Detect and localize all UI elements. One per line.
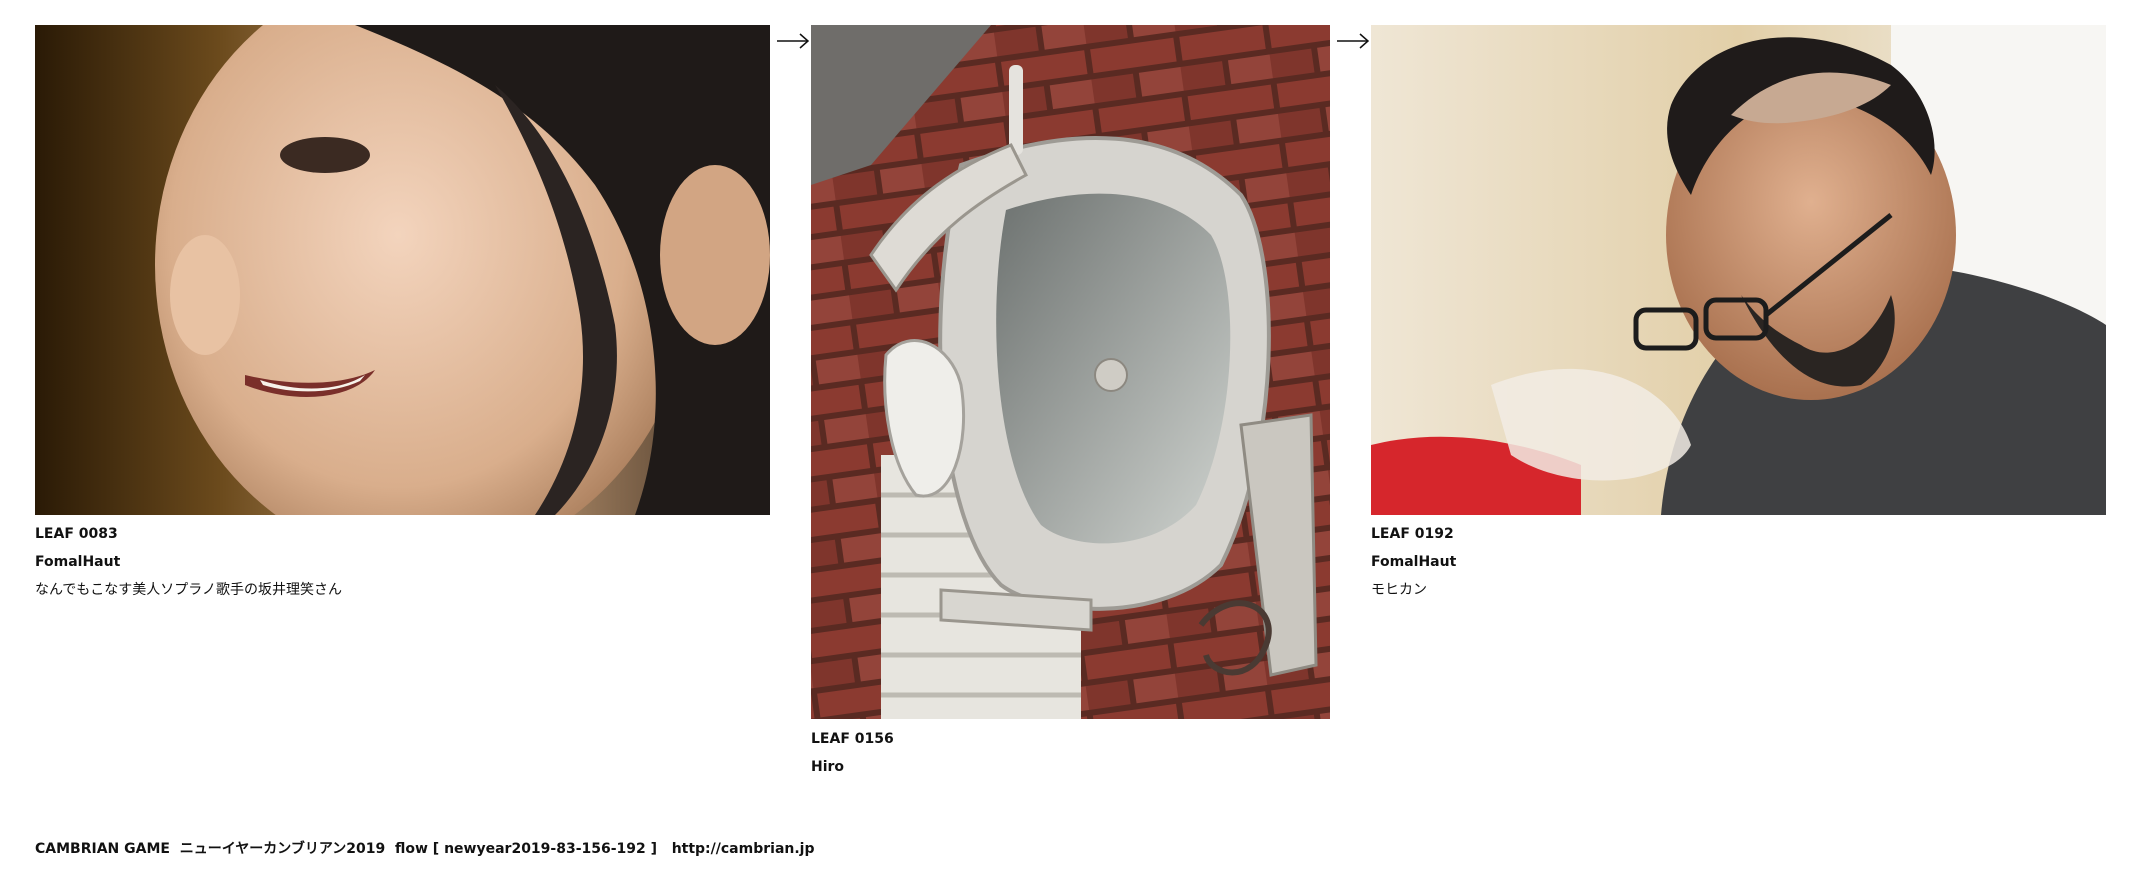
leaf-description: モヒカン xyxy=(1371,582,1427,598)
footer-text: CAMBRIAN GAME ニューイヤーカンブリアン2019 flow [ ne… xyxy=(35,841,672,857)
leaf-author[interactable]: FomalHaut xyxy=(35,548,342,576)
leaf-author[interactable]: Hiro xyxy=(811,753,894,781)
leaf-description: なんでもこなす美人ソプラノ歌手の坂井理笑さん xyxy=(35,582,343,598)
page-footer: CAMBRIAN GAME ニューイヤーカンブリアン2019 flow [ ne… xyxy=(35,838,815,858)
leaf-caption-2: LEAF 0156 Hiro xyxy=(811,725,894,781)
leaf-id[interactable]: LEAF 0083 xyxy=(35,520,342,548)
leaf-id[interactable]: LEAF 0156 xyxy=(811,725,894,753)
leaf-photo-3[interactable] xyxy=(1371,25,2106,515)
flow-arrow-icon xyxy=(777,33,810,49)
leaf-id[interactable]: LEAF 0192 xyxy=(1371,520,1456,548)
leaf-caption-3: LEAF 0192 FomalHaut モヒカン xyxy=(1371,520,1456,604)
leaf-photo-1[interactable] xyxy=(35,25,770,515)
flow-arrow-icon xyxy=(1337,33,1370,49)
leaf-author[interactable]: FomalHaut xyxy=(1371,548,1456,576)
leaf-caption-1: LEAF 0083 FomalHaut なんでもこなす美人ソプラノ歌手の坂井理笑… xyxy=(35,520,342,604)
leaf-photo-2[interactable] xyxy=(811,25,1330,719)
footer-link[interactable]: http://cambrian.jp xyxy=(672,841,815,857)
